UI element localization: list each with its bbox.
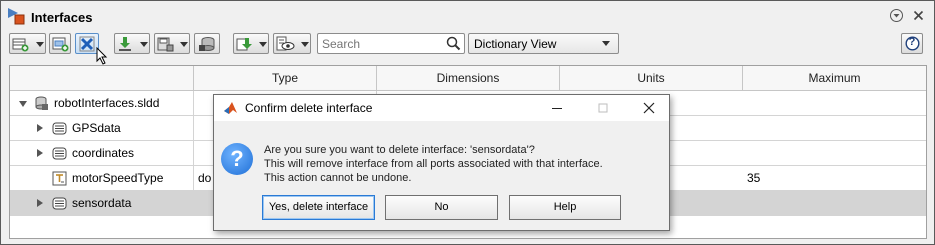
bus-interface-icon (52, 147, 67, 160)
close-icon[interactable] (911, 8, 926, 23)
export-arrow-icon (236, 38, 252, 51)
chevron-down-icon (36, 42, 44, 47)
expand-triangle-icon[interactable] (19, 101, 27, 107)
view-options-button[interactable] (273, 33, 311, 54)
collapse-panel-icon[interactable] (889, 8, 904, 23)
add-element-button[interactable] (49, 33, 71, 54)
database-save-icon (157, 37, 174, 52)
add-interface-icon (12, 38, 29, 52)
help-glyph: ? (908, 36, 916, 48)
dialog-message-line: Are you sure you want to delete interfac… (264, 144, 535, 156)
row-name: GPSdata (72, 121, 121, 135)
name-cell[interactable]: sensordata (10, 191, 194, 216)
name-cell[interactable]: coordinates (10, 141, 194, 166)
export-button[interactable] (233, 33, 269, 54)
chevron-down-icon (259, 42, 267, 47)
save-dictionary-button[interactable] (154, 33, 190, 54)
search-input[interactable] (318, 34, 446, 53)
dictionary-icon (199, 37, 215, 51)
column-header-maximum[interactable]: Maximum (743, 66, 926, 91)
column-header-name[interactable] (10, 66, 194, 91)
maximum-cell[interactable] (743, 116, 926, 141)
search-box[interactable] (317, 33, 465, 54)
delete-x-icon (79, 36, 95, 52)
matlab-logo-icon (224, 102, 237, 114)
column-header-type[interactable]: Type (194, 66, 377, 91)
expand-triangle-icon[interactable] (37, 199, 43, 207)
chevron-down-icon (602, 41, 610, 46)
add-interface-button[interactable] (9, 33, 46, 54)
eye-view-icon (276, 36, 295, 51)
dialog-title-bar: Confirm delete interface (214, 95, 669, 121)
name-cell[interactable]: GPSdata (10, 116, 194, 141)
expand-triangle-icon[interactable] (37, 124, 43, 132)
chevron-down-icon (301, 42, 309, 47)
import-arrow-icon (119, 37, 131, 51)
dictionary-file-icon (35, 96, 48, 110)
confirm-delete-dialog: Confirm delete interface ? Are you sure … (213, 94, 670, 231)
open-dictionary-button[interactable] (194, 33, 220, 54)
search-icon[interactable] (446, 36, 461, 51)
name-cell[interactable]: motorSpeedType (10, 166, 194, 191)
maximum-cell[interactable] (743, 191, 926, 216)
interfaces-window: Interfaces Search Dictionary View ? Type… (0, 0, 935, 245)
column-header-units[interactable]: Units (560, 66, 743, 91)
no-button[interactable]: No (385, 195, 498, 220)
title-bar: Interfaces (1, 1, 934, 29)
maximize-icon (598, 103, 608, 113)
interfaces-app-icon (8, 8, 25, 25)
minimize-icon[interactable] (549, 100, 565, 116)
row-name: coordinates (72, 146, 135, 160)
dialog-help-button[interactable]: Help (509, 195, 621, 220)
dialog-title: Confirm delete interface (245, 101, 373, 115)
row-name: sensordata (72, 196, 132, 210)
mouse-cursor-icon (96, 47, 108, 65)
view-select-value: Dictionary View (474, 37, 557, 51)
yes-delete-button[interactable]: Yes, delete interface (262, 195, 375, 220)
column-header-dimensions[interactable]: Dimensions (377, 66, 560, 91)
maximum-cell[interactable]: 35 (743, 166, 926, 191)
import-button[interactable] (114, 33, 150, 54)
row-name: robotInterfaces.sldd (54, 96, 160, 110)
view-select[interactable]: Dictionary View (468, 33, 619, 54)
chevron-down-icon (180, 42, 188, 47)
window-title: Interfaces (31, 10, 93, 25)
bus-interface-icon (52, 197, 67, 210)
chevron-down-icon (140, 42, 148, 47)
dialog-close-icon[interactable] (641, 100, 657, 116)
bus-interface-icon (52, 122, 67, 135)
add-element-icon (52, 37, 69, 52)
maximum-cell[interactable] (743, 141, 926, 166)
help-button[interactable]: ? (901, 33, 923, 54)
name-cell[interactable]: robotInterfaces.sldd (10, 91, 194, 116)
expand-triangle-icon[interactable] (37, 149, 43, 157)
dialog-message-line: This will remove interface from all port… (264, 158, 603, 170)
question-icon: ? (221, 143, 253, 175)
maximum-cell[interactable] (743, 91, 926, 116)
value-type-icon (52, 171, 67, 186)
row-name: motorSpeedType (72, 171, 164, 185)
dialog-message-line: This action cannot be undone. (264, 172, 412, 184)
